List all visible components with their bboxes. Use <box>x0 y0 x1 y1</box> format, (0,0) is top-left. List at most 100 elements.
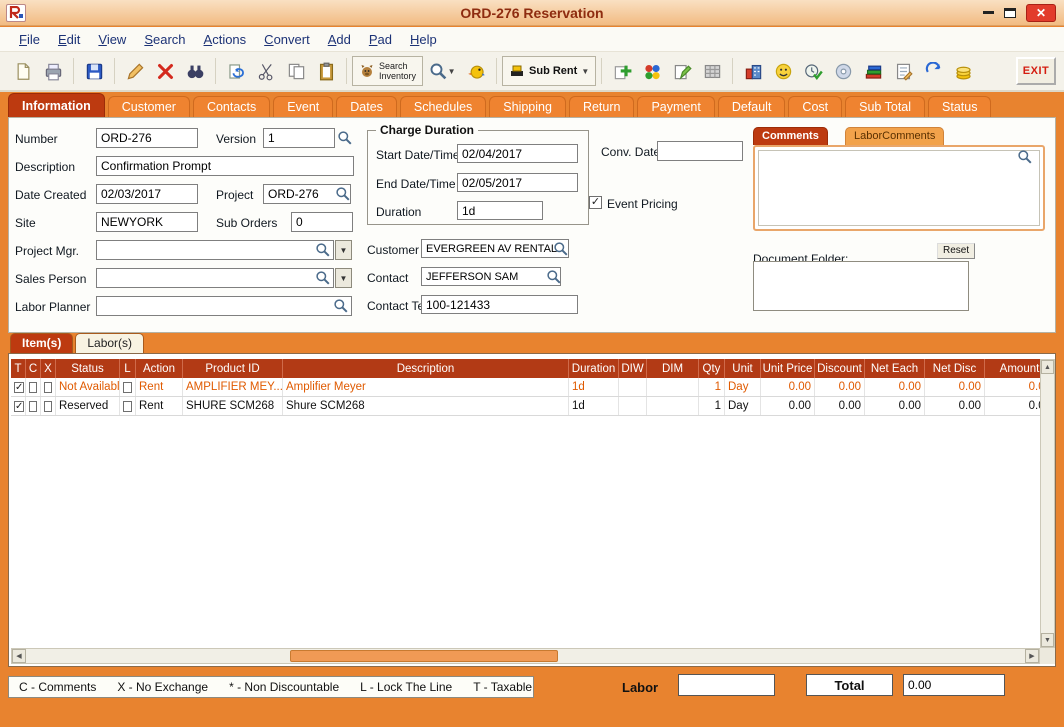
table-row[interactable]: ✓ Reserved Rent SHURE SCM268 Shure SCM26… <box>11 397 1040 416</box>
header-diw[interactable]: DIW <box>619 359 647 378</box>
add-item-button[interactable] <box>607 56 637 86</box>
header-c[interactable]: C <box>26 359 41 378</box>
tab-event[interactable]: Event <box>273 96 333 118</box>
confirm-button[interactable] <box>798 56 828 86</box>
labor-planner-input[interactable] <box>96 296 352 316</box>
tab-payment[interactable]: Payment <box>637 96 714 118</box>
find-button[interactable] <box>180 56 210 86</box>
tab-labor-comments[interactable]: LaborComments <box>845 127 944 145</box>
reset-button[interactable]: Reset <box>937 243 975 259</box>
tab-contacts[interactable]: Contacts <box>193 96 270 118</box>
row-checkbox-l[interactable] <box>123 401 132 412</box>
tab-status[interactable]: Status <box>928 96 991 118</box>
vertical-scrollbar[interactable]: ▲ ▼ <box>1040 359 1055 648</box>
groups-button[interactable] <box>637 56 667 86</box>
row-checkbox-x[interactable] <box>44 382 52 393</box>
comments-text-area[interactable] <box>758 150 1040 226</box>
header-discount[interactable]: Discount <box>815 359 865 378</box>
row-checkbox-t[interactable]: ✓ <box>14 382 24 393</box>
comments-search-icon[interactable] <box>1017 149 1033 165</box>
tab-comments[interactable]: Comments <box>753 127 828 145</box>
site-input[interactable] <box>96 212 198 232</box>
menu-help[interactable]: Help <box>401 28 446 51</box>
exit-button[interactable]: EXIT <box>1016 57 1056 85</box>
stack-button[interactable] <box>858 56 888 86</box>
print-button[interactable] <box>38 56 68 86</box>
row-checkbox-t[interactable]: ✓ <box>14 401 24 412</box>
refresh-button[interactable] <box>918 56 948 86</box>
cut-button[interactable] <box>251 56 281 86</box>
tab-information[interactable]: Information <box>8 93 105 118</box>
edit-notes-button[interactable] <box>667 56 697 86</box>
description-input[interactable] <box>96 156 354 176</box>
paste-button[interactable] <box>311 56 341 86</box>
document-folder-box[interactable] <box>753 261 969 311</box>
tab-items[interactable]: Item(s) <box>10 333 73 353</box>
header-net-disc[interactable]: Net Disc <box>925 359 985 378</box>
project-mgr-input[interactable] <box>96 240 334 260</box>
header-unit-price[interactable]: Unit Price <box>761 359 815 378</box>
header-description[interactable]: Description <box>283 359 569 378</box>
site-button[interactable] <box>738 56 768 86</box>
duration-input[interactable] <box>457 201 543 220</box>
tab-dates[interactable]: Dates <box>336 96 397 118</box>
bird-button[interactable] <box>461 56 491 86</box>
end-date-input[interactable] <box>457 173 578 192</box>
header-amount[interactable]: Amount <box>985 359 1040 378</box>
header-x[interactable]: X <box>41 359 56 378</box>
header-unit[interactable]: Unit <box>725 359 761 378</box>
notepad-button[interactable] <box>888 56 918 86</box>
horizontal-scrollbar[interactable]: ◀ ▶ <box>11 648 1040 664</box>
header-qty[interactable]: Qty <box>699 359 725 378</box>
row-checkbox-x[interactable] <box>44 401 52 412</box>
scrollbar-thumb[interactable] <box>290 650 558 662</box>
conv-date-input[interactable] <box>657 141 743 161</box>
menu-search[interactable]: Search <box>135 28 194 51</box>
menu-pad[interactable]: Pad <box>360 28 401 51</box>
menu-file[interactable]: File <box>10 28 49 51</box>
project-search-icon[interactable] <box>335 186 351 202</box>
customer-search-icon[interactable] <box>553 241 569 257</box>
edit-button[interactable] <box>120 56 150 86</box>
project-mgr-search-icon[interactable] <box>315 242 331 258</box>
menu-convert[interactable]: Convert <box>255 28 319 51</box>
menu-add[interactable]: Add <box>319 28 360 51</box>
date-created-input[interactable] <box>96 184 198 204</box>
project-mgr-dropdown-button[interactable]: ▼ <box>335 240 352 260</box>
scroll-up-button[interactable]: ▲ <box>1041 360 1054 374</box>
scroll-left-button[interactable]: ◀ <box>12 649 26 663</box>
search-inventory-button[interactable]: SearchInventory <box>352 56 423 86</box>
minimize-button[interactable] <box>983 11 994 14</box>
tab-default[interactable]: Default <box>718 96 786 118</box>
tab-customer[interactable]: Customer <box>108 96 190 118</box>
tab-shipping[interactable]: Shipping <box>489 96 566 118</box>
grid-button[interactable] <box>697 56 727 86</box>
menu-view[interactable]: View <box>89 28 135 51</box>
search-dropdown-button[interactable]: ▼ <box>423 56 461 86</box>
tab-return[interactable]: Return <box>569 96 635 118</box>
sub-orders-input[interactable] <box>291 212 353 232</box>
money-button[interactable] <box>948 56 978 86</box>
total-value-input[interactable] <box>903 674 1005 696</box>
sales-person-search-icon[interactable] <box>315 270 331 286</box>
header-action[interactable]: Action <box>136 359 183 378</box>
close-button[interactable]: ✕ <box>1026 4 1056 22</box>
contact-tel-input[interactable] <box>421 295 578 314</box>
save-button[interactable] <box>79 56 109 86</box>
menu-edit[interactable]: Edit <box>49 28 89 51</box>
header-t[interactable]: T <box>11 359 26 378</box>
version-search-icon[interactable] <box>337 130 353 146</box>
tab-cost[interactable]: Cost <box>788 96 842 118</box>
comments-box[interactable] <box>753 145 1045 231</box>
maximize-button[interactable] <box>1004 8 1016 18</box>
disc-button[interactable] <box>828 56 858 86</box>
start-date-input[interactable] <box>457 144 578 163</box>
header-product-id[interactable]: Product ID <box>183 359 283 378</box>
table-row[interactable]: ✓ Not Available Rent AMPLIFIER MEY... Am… <box>11 378 1040 397</box>
header-status[interactable]: Status <box>56 359 120 378</box>
sales-person-input[interactable] <box>96 268 334 288</box>
scroll-right-button[interactable]: ▶ <box>1025 649 1039 663</box>
number-input[interactable] <box>96 128 198 148</box>
contact-search-icon[interactable] <box>546 269 562 285</box>
scroll-down-button[interactable]: ▼ <box>1041 633 1054 647</box>
